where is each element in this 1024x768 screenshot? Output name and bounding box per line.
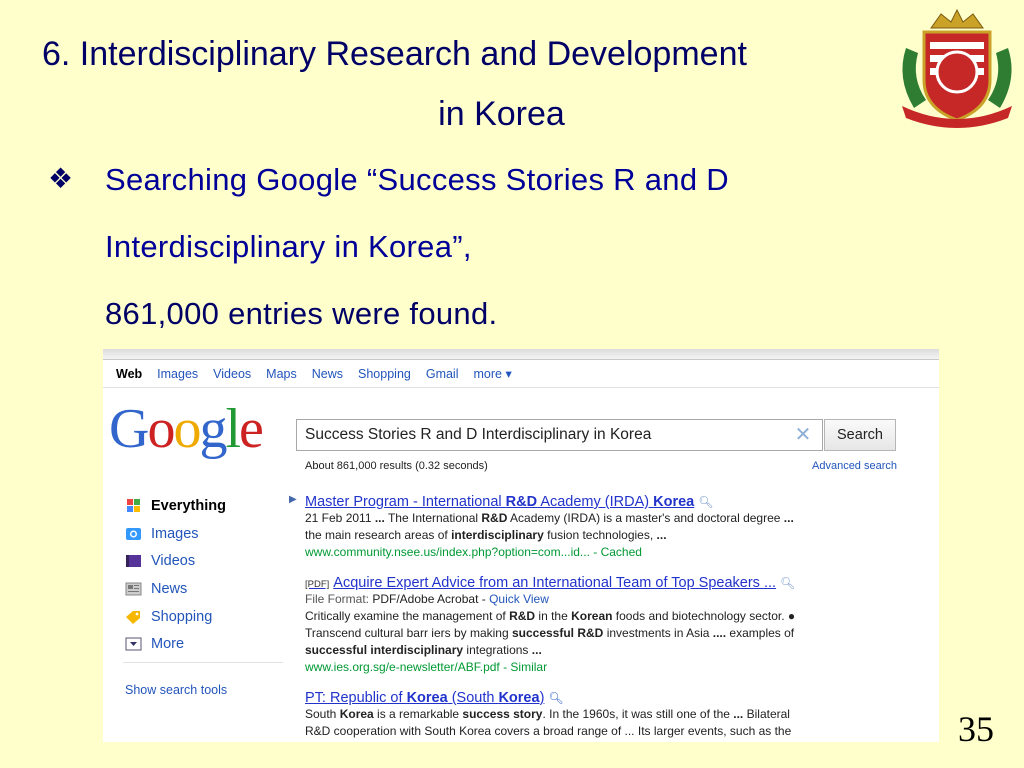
- everything-icon: [125, 498, 142, 513]
- result-item: PT: Republic of Korea (South Korea) 🔍︎ So…: [305, 690, 890, 740]
- nav-videos[interactable]: Videos: [213, 367, 251, 381]
- sidebar-item-images[interactable]: Images: [125, 520, 285, 548]
- result-stats: About 861,000 results (0.32 seconds): [305, 460, 488, 472]
- result-snippet: Transcend cultural barr iers by making s…: [305, 626, 795, 640]
- result-snippet: 21 Feb 2011 ... The International R&D Ac…: [305, 511, 794, 525]
- google-screenshot: Web Images Videos Maps News Shopping Gma…: [103, 349, 939, 742]
- result-snippet: South Korea is a remarkable success stor…: [305, 707, 790, 721]
- search-sidebar: Everything Images Videos News Shopping M…: [125, 492, 285, 658]
- result-item: ▶ Master Program - International R&D Aca…: [289, 494, 890, 561]
- bullet-text-line1: Searching Google “Success Stories R and …: [105, 162, 729, 197]
- sidebar-label-videos: Videos: [151, 553, 196, 570]
- result-title-link[interactable]: [PDF] Acquire Expert Advice from an Inter…: [305, 575, 890, 591]
- google-logo[interactable]: Google: [109, 401, 264, 457]
- quick-view-link[interactable]: Quick View: [489, 592, 549, 606]
- magnifier-icon[interactable]: 🔍︎: [698, 495, 713, 509]
- sidebar-divider: [123, 662, 283, 663]
- preview-arrow-icon[interactable]: ▶: [289, 494, 297, 505]
- sidebar-label-images: Images: [151, 525, 199, 542]
- sidebar-item-everything[interactable]: Everything: [125, 492, 285, 520]
- search-results: ▶ Master Program - International R&D Aca…: [289, 494, 890, 742]
- result-title-link[interactable]: PT: Republic of Korea (South Korea) 🔍︎: [305, 690, 890, 706]
- result-item: [PDF] Acquire Expert Advice from an Inter…: [305, 575, 890, 676]
- result-snippet: Critically examine the management of R&D…: [305, 609, 796, 623]
- nav-images[interactable]: Images: [157, 367, 198, 381]
- result-snippet: successful interdisciplinary integration…: [305, 643, 542, 657]
- bullet-text-line3: 861,000 entries were found.: [105, 296, 498, 331]
- result-snippet: the main research areas of interdiscipli…: [305, 528, 667, 542]
- bullet-text-line2: Interdisciplinary in Korea”,: [105, 229, 472, 264]
- slide-title-line2: in Korea: [438, 95, 565, 133]
- sidebar-item-more[interactable]: More: [125, 630, 285, 658]
- nav-more[interactable]: more ▾: [474, 366, 512, 381]
- result-snippet: R&D cooperation with South Korea covers …: [305, 724, 792, 738]
- result-url[interactable]: www.ies.org.sg/e-newsletter/ABF.pdf - Si…: [305, 659, 890, 676]
- magnifier-icon[interactable]: 🔍︎: [548, 691, 563, 705]
- result-title-link[interactable]: ▶ Master Program - International R&D Aca…: [289, 494, 890, 510]
- images-icon: [125, 527, 142, 541]
- nav-shopping[interactable]: Shopping: [358, 367, 411, 381]
- bullet-diamond-icon: ❖: [48, 163, 74, 194]
- browser-toolbar-strip: [103, 349, 939, 360]
- shopping-icon: [125, 610, 142, 624]
- nav-maps[interactable]: Maps: [266, 367, 297, 381]
- search-input[interactable]: Success Stories R and D Interdisciplinar…: [296, 419, 823, 451]
- pdf-tag: [PDF]: [305, 579, 330, 590]
- sidebar-label-more: More: [151, 636, 185, 653]
- sidebar-label-shopping: Shopping: [151, 608, 213, 625]
- result-url[interactable]: www.community.nsee.us/index.php?option=c…: [305, 544, 890, 561]
- sidebar-item-videos[interactable]: Videos: [125, 547, 285, 575]
- file-format-line: File Format: PDF/Adobe Acrobat - Quick V…: [305, 592, 549, 606]
- page-number: 35: [958, 709, 994, 749]
- more-icon: [125, 637, 142, 651]
- magnifier-icon[interactable]: 🔍︎: [780, 576, 795, 590]
- videos-icon: [125, 554, 142, 568]
- sidebar-item-news[interactable]: News: [125, 575, 285, 603]
- nav-news[interactable]: News: [312, 367, 343, 381]
- sidebar-label-news: News: [151, 580, 188, 597]
- search-button[interactable]: Search: [824, 419, 896, 451]
- sidebar-item-shopping[interactable]: Shopping: [125, 603, 285, 631]
- advanced-search-link[interactable]: Advanced search: [812, 460, 897, 472]
- google-nav-bar: Web Images Videos Maps News Shopping Gma…: [103, 360, 939, 388]
- nav-web[interactable]: Web: [116, 367, 142, 381]
- sidebar-label-everything: Everything: [151, 497, 226, 514]
- show-search-tools-link[interactable]: Show search tools: [125, 683, 227, 697]
- crest-logo: [902, 8, 1012, 128]
- news-icon: [125, 582, 142, 596]
- slide-title-line1: 6. Interdisciplinary Research and Develo…: [42, 35, 747, 73]
- clear-search-icon[interactable]: ✕: [793, 419, 813, 451]
- nav-gmail[interactable]: Gmail: [426, 367, 459, 381]
